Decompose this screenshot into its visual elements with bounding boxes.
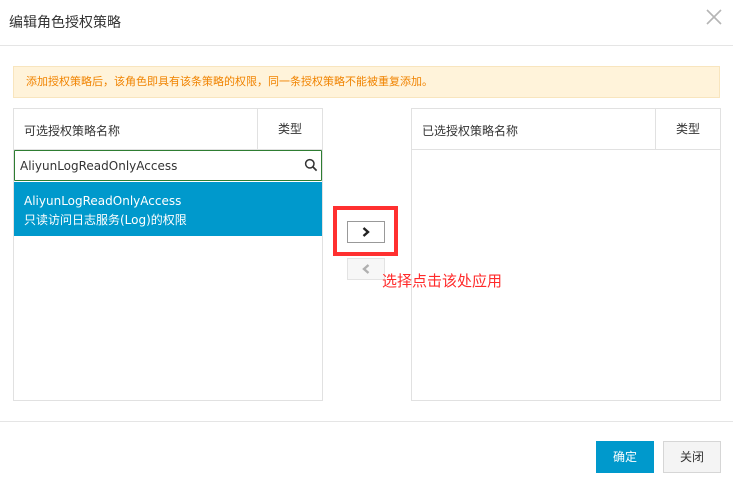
search-box — [14, 150, 322, 181]
search-input[interactable] — [20, 156, 290, 176]
available-panel-header: 可选授权策略名称 类型 — [14, 109, 322, 150]
notice-banner: 添加授权策略后，该角色即具有该条策略的权限，同一条授权策略不能被重复添加。 — [13, 66, 720, 98]
move-left-button[interactable] — [347, 258, 385, 280]
confirm-button[interactable]: 确定 — [596, 441, 654, 473]
annotation-hint-text: 选择点击该处应用 — [382, 272, 503, 290]
available-type-header: 类型 — [257, 109, 322, 149]
available-policies-panel: 可选授权策略名称 类型 AliyunLogReadOnlyAccess 只读访问… — [13, 108, 323, 401]
selected-panel-header: 已选授权策略名称 类型 — [412, 109, 720, 150]
policy-description: 只读访问日志服务(Log)的权限 — [24, 213, 187, 227]
search-icon[interactable] — [304, 158, 318, 172]
close-button[interactable]: 关闭 — [663, 441, 721, 473]
annotation-highlight-frame — [333, 206, 398, 256]
selected-name-header: 已选授权策略名称 — [422, 124, 519, 138]
selected-policies-panel: 已选授权策略名称 类型 — [411, 108, 721, 401]
chevron-left-icon — [362, 264, 370, 274]
selected-type-header: 类型 — [655, 109, 720, 149]
dialog-title: 编辑角色授权策略 — [9, 15, 121, 31]
policy-list-item[interactable]: AliyunLogReadOnlyAccess 只读访问日志服务(Log)的权限 — [14, 182, 322, 236]
policy-name: AliyunLogReadOnlyAccess — [24, 194, 182, 208]
footer-divider — [0, 421, 733, 422]
close-icon[interactable] — [701, 4, 727, 30]
available-name-header: 可选授权策略名称 — [24, 124, 121, 138]
dialog-header: 编辑角色授权策略 — [0, 0, 733, 46]
